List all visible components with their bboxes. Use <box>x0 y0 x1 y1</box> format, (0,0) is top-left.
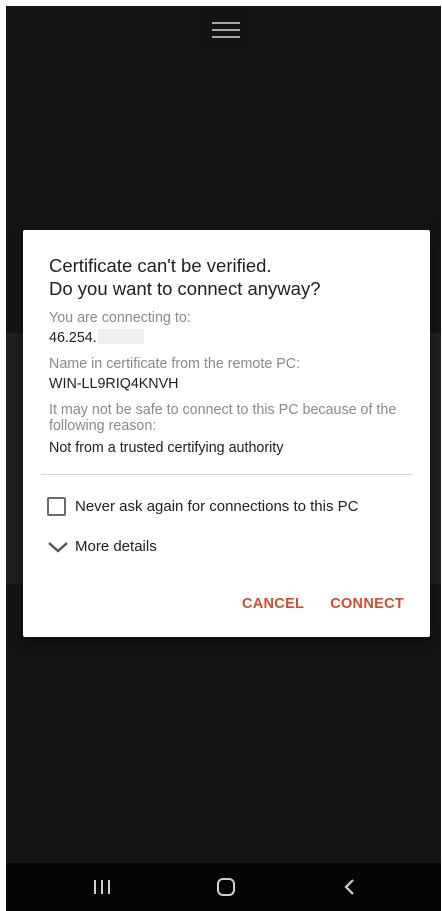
connecting-address: 46.254. <box>49 330 97 346</box>
back-icon[interactable] <box>336 875 364 899</box>
connect-button[interactable]: CONNECT <box>330 596 404 612</box>
hamburger-menu-icon[interactable] <box>200 6 252 54</box>
dialog-actions: CANCEL CONNECT <box>242 596 404 612</box>
dialog-divider <box>41 474 412 475</box>
home-icon[interactable] <box>212 875 240 899</box>
connecting-value: 46.254. <box>49 329 144 346</box>
more-details-toggle[interactable]: More details <box>47 538 157 555</box>
cancel-button[interactable]: CANCEL <box>242 596 304 612</box>
reason-value: Not from a trusted certifying authority <box>49 440 284 456</box>
recent-apps-icon[interactable] <box>88 875 116 899</box>
connecting-label: You are connecting to: <box>49 310 191 326</box>
dialog-title-line1: Certificate can't be verified. <box>49 255 272 276</box>
cert-name-value: WIN-LL9RIQ4KNVH <box>49 376 179 392</box>
system-nav-bar <box>6 863 441 911</box>
reason-label: It may not be safe to connect to this PC… <box>49 402 397 434</box>
app-screen: Certificate can't be verified. Do you wa… <box>6 6 441 911</box>
never-ask-checkbox-row[interactable]: Never ask again for connections to this … <box>47 497 358 516</box>
cert-name-label: Name in certificate from the remote PC: <box>49 356 301 372</box>
never-ask-label: Never ask again for connections to this … <box>75 498 359 515</box>
never-ask-checkbox[interactable] <box>47 497 66 516</box>
certificate-dialog: Certificate can't be verified. Do you wa… <box>23 230 430 637</box>
more-details-label: More details <box>75 538 157 555</box>
chevron-down-icon <box>48 541 68 553</box>
redacted-address-block <box>97 329 144 344</box>
dialog-title-line2: Do you want to connect anyway? <box>49 278 321 299</box>
dialog-title: Certificate can't be verified. Do you wa… <box>49 254 409 300</box>
